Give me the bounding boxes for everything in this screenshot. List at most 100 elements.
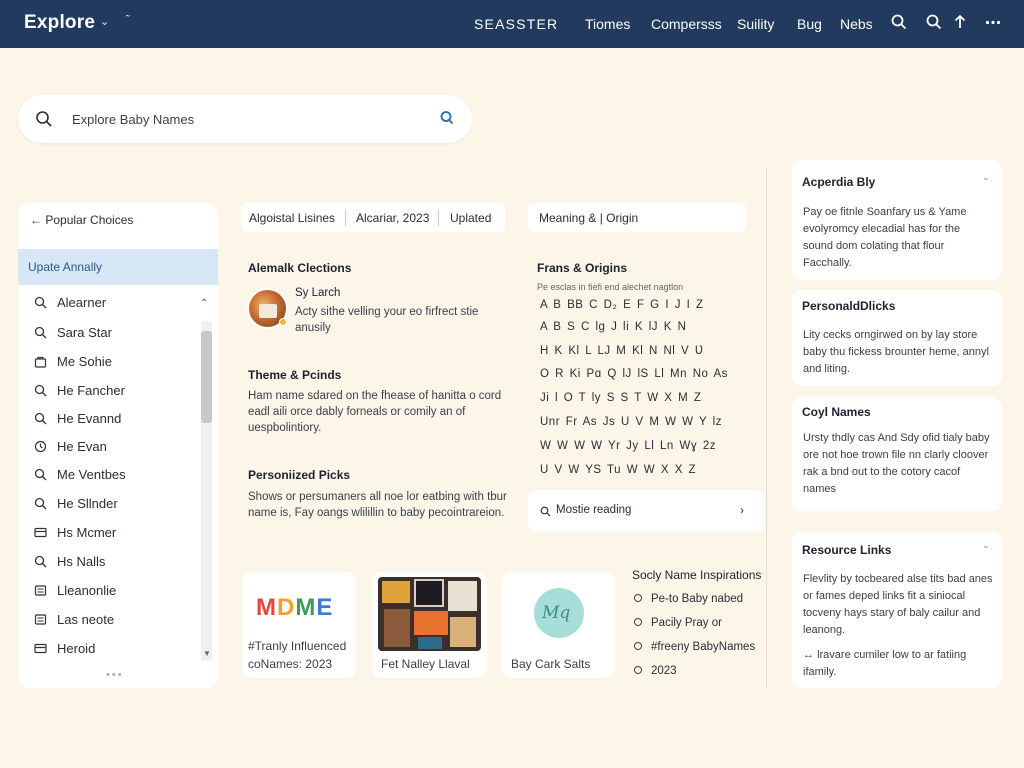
- caret-down-icon[interactable]: ▼: [203, 649, 211, 658]
- alphabet-row[interactable]: O R Ki Pɑ Q lJ lS Ll Mn No As: [540, 368, 728, 380]
- tab-uplated[interactable]: Uplated: [450, 211, 491, 225]
- sidebar-header-label: Popular Choices: [45, 213, 134, 227]
- scrollbar-thumb[interactable]: [201, 331, 212, 423]
- sidebar-item-label: Me Ventbes: [57, 467, 126, 482]
- search-icon: [34, 384, 47, 397]
- panel-title[interactable]: Acperdia Bly: [802, 175, 875, 189]
- sidebar-item[interactable]: Sara Star: [18, 319, 200, 347]
- card-caption: coNames: 2023: [248, 657, 333, 671]
- nav-item-nebs[interactable]: Nebs: [840, 16, 873, 32]
- more-icon[interactable]: [985, 14, 1003, 32]
- sidebar-item[interactable]: Hs Nalls: [18, 548, 200, 576]
- sidebar-item[interactable]: He Fancher: [18, 377, 200, 405]
- arrow-left-icon: ←: [30, 213, 42, 227]
- scrollbar[interactable]: [201, 321, 212, 661]
- doc-icon: [34, 584, 47, 597]
- radio-icon: [634, 642, 642, 650]
- origins-subtitle: Pe esclas in fiefi end alechet nagtlon: [537, 282, 684, 292]
- alphabet-row[interactable]: Ji l O T ly S S T W X M Z: [540, 392, 701, 404]
- section-title-origins: Frans & Origins: [537, 261, 628, 275]
- tab-alcariar[interactable]: Alcariar, 2023: [356, 211, 429, 225]
- sidebar-header[interactable]: ← Popular Choices: [30, 213, 133, 227]
- chevron-down-icon[interactable]: ⌄: [982, 540, 990, 551]
- sidebar-item[interactable]: Las neote: [18, 606, 200, 634]
- author-name[interactable]: Sy Larch: [295, 287, 340, 299]
- search-icon[interactable]: [926, 14, 944, 32]
- card-icon: [34, 642, 47, 655]
- alphabet-row[interactable]: A B S C lg J li K lJ K N: [540, 321, 686, 333]
- sidebar: ← Popular Choices Upate Annally ⌃ ▼ Alea…: [18, 203, 218, 688]
- sidebar-item[interactable]: Heroid: [18, 635, 200, 663]
- sidebar-item[interactable]: Alearner: [18, 289, 200, 317]
- panel-title[interactable]: Resource Links: [802, 543, 891, 557]
- search-icon[interactable]: [891, 14, 909, 32]
- name-card-collage[interactable]: Fet Nalley Llaval: [372, 572, 487, 678]
- doc-icon: [34, 613, 47, 626]
- most-like-button[interactable]: Mostie reading ›: [528, 490, 765, 532]
- arrows-icon: ↔: [803, 649, 818, 661]
- name-card-mq[interactable]: Mq Bay Cark Salts: [502, 572, 615, 678]
- panel-title[interactable]: PersonaldDlicks: [802, 299, 895, 313]
- inspiration-item[interactable]: #freeny BabyNames: [634, 641, 755, 653]
- sidebar-item-label: Heroid: [57, 641, 96, 656]
- sidebar-item-label: Sara Star: [57, 325, 112, 340]
- chevron-up-icon[interactable]: ⌃: [200, 298, 208, 309]
- chevron-down-icon[interactable]: ⌄: [982, 172, 990, 183]
- radio-icon: [634, 618, 642, 626]
- panel-resource-links: Resource Links ⌄ Flevlity by tocbeared a…: [792, 532, 1002, 688]
- alphabet-row[interactable]: Unr Fr As Js U V M W W Y lz: [540, 416, 722, 428]
- panel-title[interactable]: Coyl Names: [802, 405, 871, 419]
- panel-note[interactable]: ↔ lravare cumiler low to ar fatiing ifam…: [803, 647, 993, 681]
- sidebar-item[interactable]: Hs Mcmer: [18, 519, 200, 547]
- elections-text: Acty sithe velling your eo firfrect stie…: [295, 306, 479, 334]
- sidebar-item-label: Hs Nalls: [57, 554, 106, 569]
- meaning-origin-label: Meaning & | Origin: [539, 211, 639, 225]
- card-icon: [34, 526, 47, 539]
- card-caption: #Tranly Influenced: [248, 639, 347, 653]
- alphabet-row[interactable]: U V W YS Tu W W X X Z: [540, 464, 696, 476]
- card-caption: Fet Nalley Llaval: [381, 657, 470, 671]
- meaning-origin-field[interactable]: Meaning & | Origin: [528, 203, 746, 232]
- inspiration-label: #freeny BabyNames: [651, 641, 756, 653]
- sidebar-item-label: He Fancher: [57, 383, 125, 398]
- search-submit-icon[interactable]: [439, 110, 455, 131]
- nav-item-bug[interactable]: Bug: [797, 16, 822, 32]
- sidebar-item-label: Hs Mcmer: [57, 525, 117, 540]
- sidebar-item[interactable]: He Sllnder: [18, 490, 200, 518]
- more-dots-icon[interactable]: •••: [106, 669, 124, 681]
- brand-title[interactable]: Explore: [24, 12, 95, 34]
- inspiration-item[interactable]: 2023: [634, 665, 677, 677]
- search-icon: [34, 412, 47, 425]
- sidebar-item[interactable]: Lleanonlie: [18, 577, 200, 605]
- top-center-title[interactable]: SEASSTER: [474, 16, 558, 32]
- sidebar-item[interactable]: Me Sohie: [18, 348, 200, 376]
- theme-text: Ham name sdared on the fhease of hanitta…: [248, 390, 502, 434]
- card-caption: Bay Cark Salts: [511, 657, 591, 671]
- panel-note-text: lravare cumiler low to ar fatiing ifamil…: [803, 649, 967, 678]
- inspiration-item[interactable]: Pe-to Baby nabed: [634, 593, 743, 605]
- inspiration-item[interactable]: Pacily Pray or: [634, 617, 722, 629]
- panel-text: Pay oe fitnle Soanfary us & Yame evolyro…: [803, 206, 967, 269]
- nav-item-tiomes[interactable]: Tiomes: [585, 16, 630, 32]
- section-title-elections: Alemalk Clections: [248, 261, 352, 275]
- tab-algoistal[interactable]: Algoistal Lisines: [249, 211, 335, 225]
- chevron-down-icon[interactable]: ⌄: [100, 15, 109, 28]
- alphabet-row[interactable]: H K Kl L LJ M Kl N Nl V Ʋ: [540, 345, 704, 357]
- search-icon[interactable]: [35, 110, 53, 133]
- alphabet-row[interactable]: A B BB C D₂ E F G I J I Z: [540, 299, 704, 311]
- arrow-up-icon[interactable]: [953, 14, 971, 32]
- search-input[interactable]: [72, 109, 412, 129]
- sidebar-item-active[interactable]: Upate Annally: [18, 249, 218, 285]
- sidebar-item[interactable]: He Evan: [18, 433, 200, 461]
- tab-divider: [345, 209, 346, 226]
- alphabet-row[interactable]: W W W W Yr Jy Ll Ln Wɣ 2z: [540, 440, 716, 452]
- nav-item-suility[interactable]: Suility: [737, 16, 774, 32]
- sidebar-item[interactable]: He Evannd: [18, 405, 200, 433]
- sidebar-item[interactable]: Me Ventbes: [18, 461, 200, 489]
- inspirations-title: Socly Name Inspirations: [632, 568, 762, 582]
- sidebar-item-label: Las neote: [57, 612, 115, 627]
- panel-text: Flevlity by tocbeared alse tits bad anes…: [803, 573, 993, 636]
- nav-item-compersss[interactable]: Compersss: [651, 16, 722, 32]
- tilde-icon[interactable]: ˜: [126, 14, 130, 26]
- name-card-mdme[interactable]: MDME #Tranly Influenced coNames: 2023: [242, 572, 356, 678]
